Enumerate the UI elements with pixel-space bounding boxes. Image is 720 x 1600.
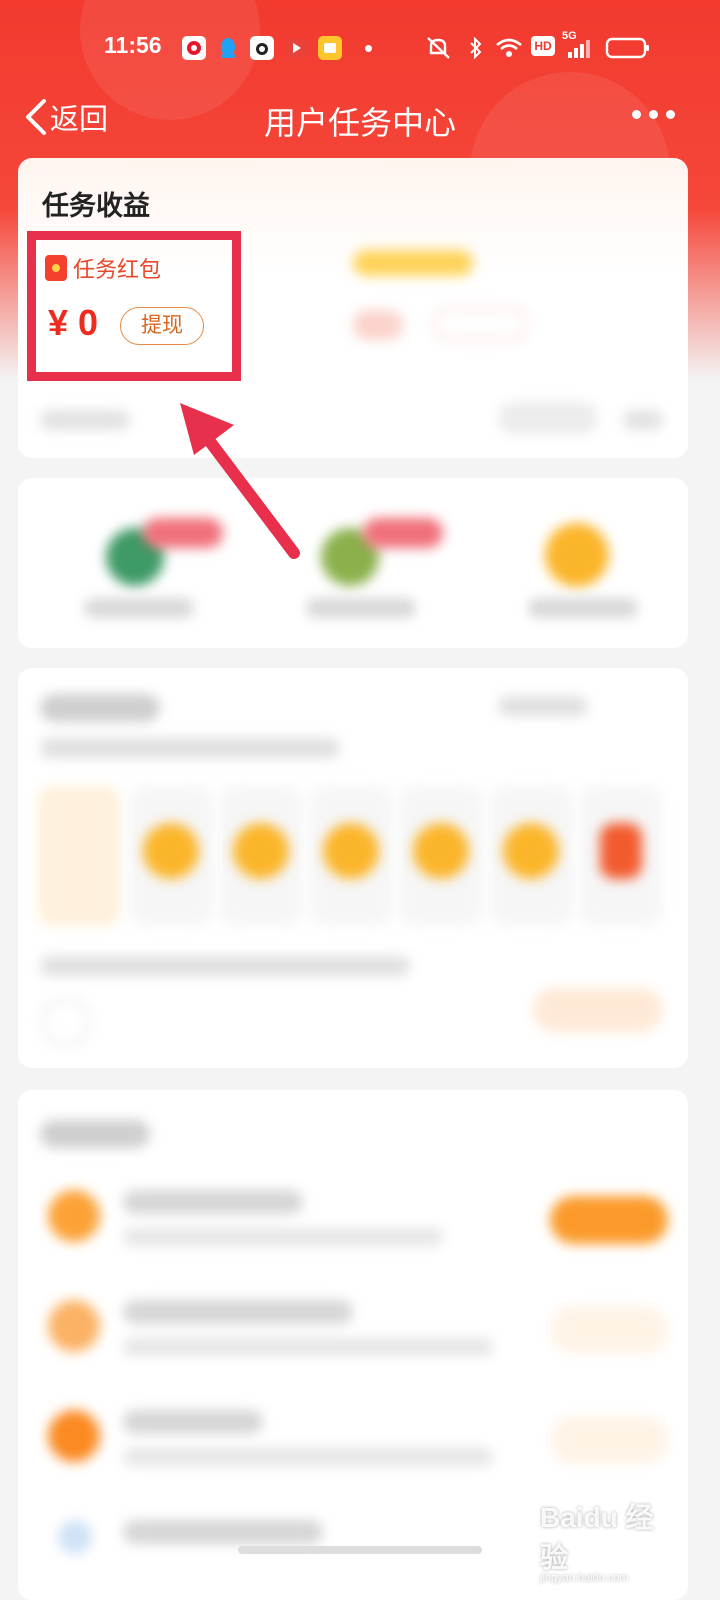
annotation-arrow-icon bbox=[180, 403, 300, 559]
qq-app-icon bbox=[216, 36, 240, 60]
navigation-bar: 返回 用户任务中心 bbox=[0, 92, 720, 148]
blurred-content[interactable] bbox=[38, 786, 120, 926]
blurred-content bbox=[123, 1338, 493, 1356]
blurred-content bbox=[323, 823, 379, 879]
blurred-content bbox=[84, 598, 194, 618]
blurred-content bbox=[48, 1410, 100, 1462]
more-dot-icon bbox=[649, 110, 658, 119]
blurred-content bbox=[42, 998, 90, 1046]
signal-icon bbox=[566, 36, 594, 64]
blurred-content bbox=[40, 410, 130, 430]
page-title: 用户任务中心 bbox=[263, 104, 456, 142]
blurred-content bbox=[353, 250, 473, 276]
blurred-content bbox=[123, 1190, 303, 1214]
blurred-content bbox=[123, 1300, 353, 1324]
more-dot-icon bbox=[666, 110, 675, 119]
blurred-content bbox=[623, 410, 663, 430]
blurred-content bbox=[600, 823, 642, 879]
checkin-card bbox=[18, 668, 688, 1068]
status-bar: 11:56 HD 5G bbox=[0, 28, 720, 68]
blurred-content[interactable] bbox=[550, 1416, 668, 1464]
watermark-brand: Baidu 经验 bbox=[540, 1502, 654, 1573]
blurred-content[interactable] bbox=[545, 523, 609, 587]
blurred-content bbox=[58, 1520, 92, 1554]
home-indicator[interactable] bbox=[238, 1546, 482, 1554]
watermark-site: jingyan.baidu.com bbox=[540, 1572, 629, 1584]
mute-icon bbox=[425, 36, 455, 64]
shortcuts-card bbox=[18, 478, 688, 648]
blurred-content bbox=[503, 823, 559, 879]
blurred-content bbox=[528, 598, 638, 618]
video-app-icon bbox=[284, 36, 308, 60]
red-packet-amount: ¥ 0 bbox=[48, 302, 99, 343]
baidu-watermark: Baidu 经验 jingyan.baidu.com bbox=[540, 1496, 680, 1584]
status-time: 11:56 bbox=[104, 32, 162, 58]
blurred-content bbox=[48, 1300, 100, 1352]
bluetooth-icon bbox=[468, 36, 484, 64]
blurred-content bbox=[353, 310, 403, 340]
red-packet-icon bbox=[45, 255, 67, 281]
blurred-content bbox=[40, 738, 340, 758]
blurred-content bbox=[40, 956, 410, 976]
red-packet-label: 任务红包 bbox=[73, 258, 162, 283]
blurred-content bbox=[143, 823, 199, 879]
red-packet-tag[interactable]: 任务红包 bbox=[45, 252, 161, 284]
blurred-content bbox=[123, 1228, 443, 1246]
battery-icon bbox=[605, 36, 651, 64]
blurred-content bbox=[498, 696, 588, 716]
camera-app-icon bbox=[250, 36, 274, 60]
wifi-icon bbox=[494, 36, 524, 64]
more-options-button[interactable] bbox=[632, 110, 675, 119]
more-dot-icon bbox=[632, 110, 641, 119]
blurred-content bbox=[433, 308, 528, 340]
blurred-content bbox=[123, 1410, 263, 1434]
blurred-content[interactable] bbox=[550, 1306, 668, 1354]
blurred-content bbox=[40, 1120, 150, 1148]
blurred-content bbox=[233, 823, 289, 879]
weibo-app-icon bbox=[182, 36, 206, 60]
blurred-content bbox=[123, 1448, 493, 1466]
notes-app-icon bbox=[318, 36, 342, 60]
blurred-content bbox=[413, 823, 469, 879]
blurred-content bbox=[40, 694, 160, 722]
blurred-content[interactable] bbox=[533, 988, 663, 1032]
blurred-content bbox=[306, 598, 416, 618]
notification-dot-icon bbox=[365, 45, 372, 52]
blurred-content bbox=[498, 402, 598, 434]
blurred-content[interactable] bbox=[550, 1196, 668, 1244]
blurred-content bbox=[123, 1520, 323, 1544]
blurred-content bbox=[48, 1190, 100, 1242]
hd-badge: HD bbox=[531, 36, 555, 56]
withdraw-button[interactable]: 提现 bbox=[120, 307, 204, 345]
earnings-title: 任务收益 bbox=[42, 191, 150, 222]
blurred-content bbox=[363, 518, 443, 548]
